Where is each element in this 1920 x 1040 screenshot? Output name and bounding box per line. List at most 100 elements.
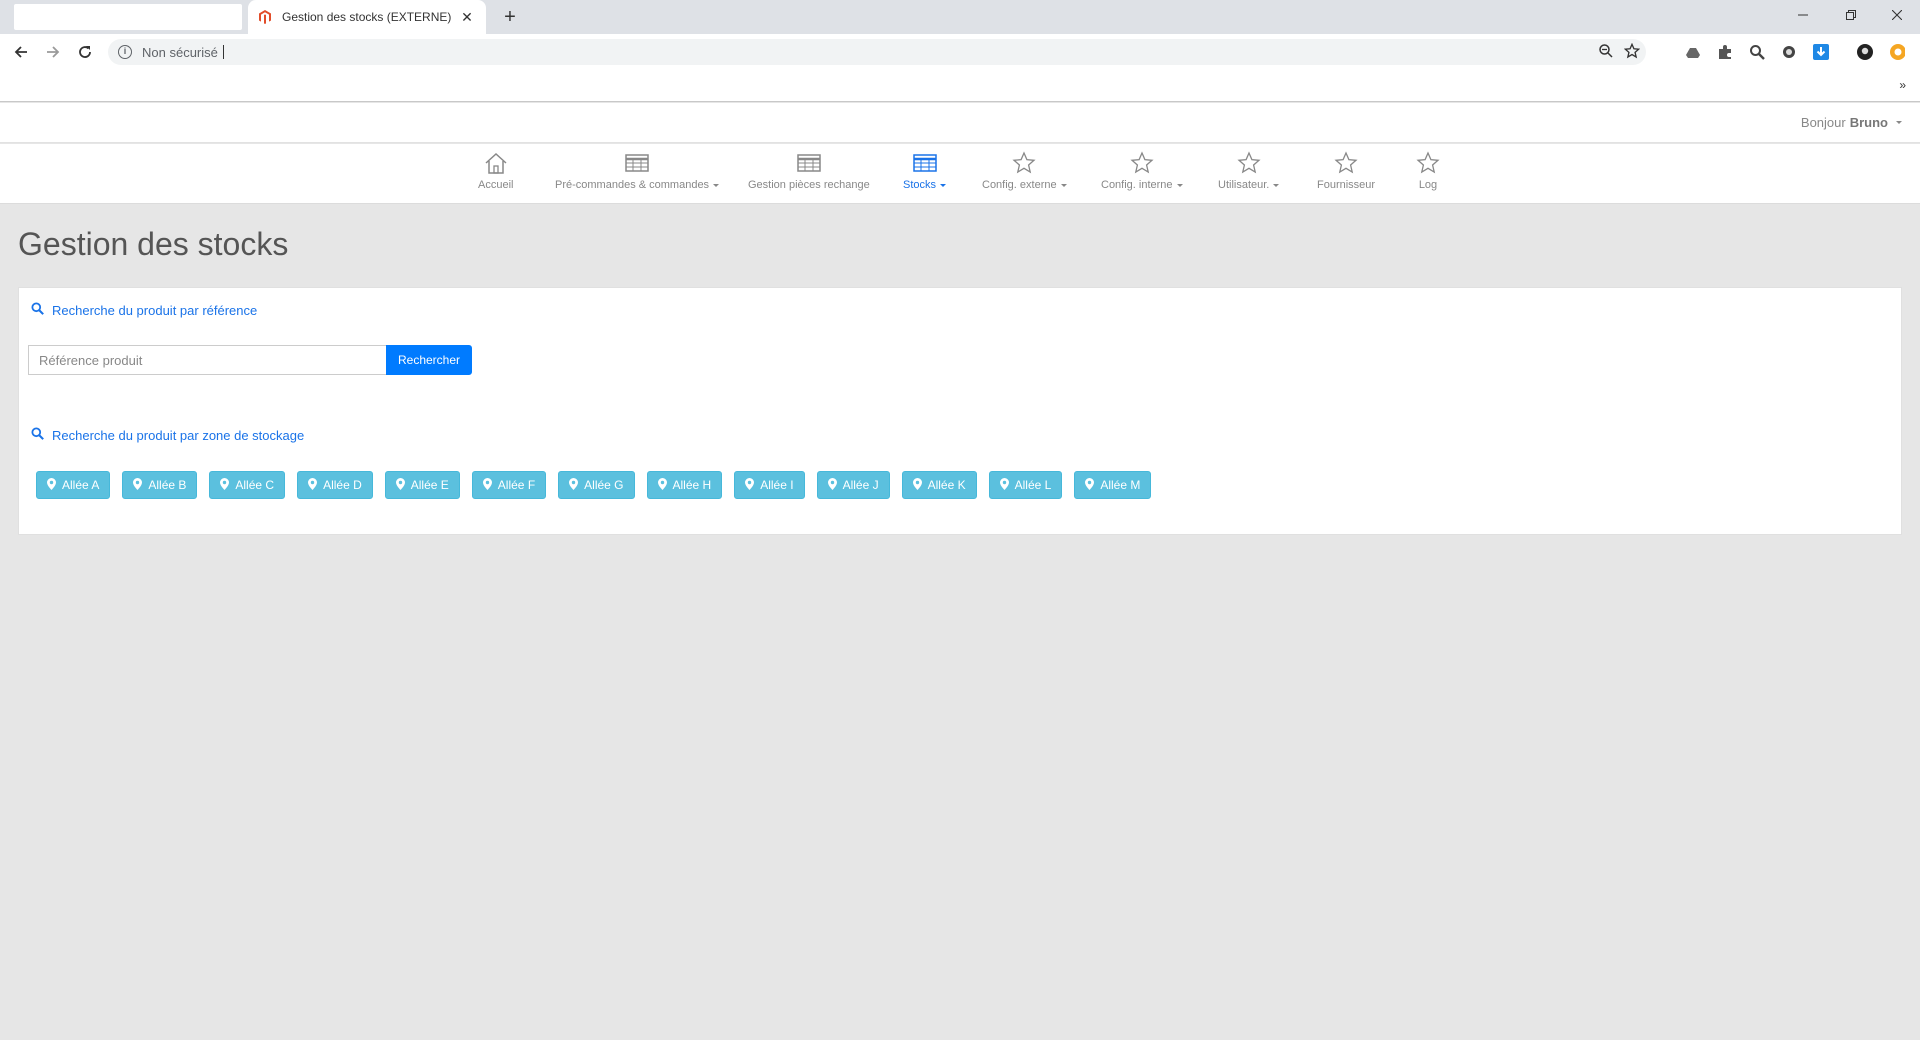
drive-extension-icon[interactable]: [1685, 44, 1701, 60]
zoom-icon[interactable]: [1598, 43, 1614, 64]
aisle-label: Allée D: [323, 478, 362, 492]
table-icon: [795, 150, 823, 176]
magento-icon: [258, 10, 272, 24]
aisle-button[interactable]: Allée I: [734, 471, 805, 499]
forward-arrow-icon[interactable]: [40, 39, 66, 65]
close-tab-icon[interactable]: ✕: [458, 9, 476, 26]
circle-extension-icon[interactable]: [1781, 44, 1797, 60]
bookmark-star-icon[interactable]: [1623, 42, 1641, 64]
aisle-label: Allée H: [672, 478, 712, 492]
reference-search-form: Rechercher: [28, 345, 472, 375]
info-icon[interactable]: i: [118, 45, 132, 59]
search-by-zone-heading: Recherche du produit par zone de stockag…: [31, 427, 304, 443]
bookmarks-more-button[interactable]: »: [1899, 78, 1906, 92]
map-marker-icon: [395, 477, 405, 493]
map-marker-icon: [912, 477, 922, 493]
aisle-button[interactable]: Allée M: [1074, 471, 1152, 499]
nav-label-gestion-pieces: Gestion pièces rechange: [748, 179, 870, 191]
star-icon: [1128, 150, 1156, 176]
nav-item-accueil[interactable]: Accueil: [478, 150, 513, 191]
tab-title: Gestion des stocks (EXTERNE): [282, 10, 452, 24]
caret-down-icon: [940, 183, 947, 187]
minimize-icon[interactable]: [1780, 0, 1826, 30]
nav-label-config-externe: Config. externe: [982, 179, 1057, 191]
nav-item-log[interactable]: Log: [1414, 150, 1442, 191]
aisle-label: Allée B: [148, 478, 187, 492]
table-icon: [911, 150, 939, 176]
map-marker-icon: [827, 477, 837, 493]
search-icon: [31, 427, 44, 443]
address-bar[interactable]: i Non sécurisé: [108, 39, 1646, 65]
nav-item-config-externe[interactable]: Config. externe: [982, 150, 1067, 191]
search-panel: Recherche du produit par référence Reche…: [18, 287, 1902, 535]
aisle-label: Allée L: [1014, 478, 1052, 492]
search-by-reference-label: Recherche du produit par référence: [52, 302, 258, 318]
aisle-button[interactable]: Allée L: [988, 471, 1063, 499]
caret-down-icon: [1896, 121, 1902, 124]
profile-extension-icon[interactable]: [1889, 44, 1905, 60]
puzzle-extension-icon[interactable]: [1717, 44, 1733, 60]
app-topbar: Bonjour Bruno: [0, 103, 1920, 143]
nav-item-utilisateur[interactable]: Utilisateur.: [1218, 150, 1280, 191]
search-button[interactable]: Rechercher: [386, 345, 472, 375]
aisle-button[interactable]: Allée G: [558, 471, 635, 499]
map-marker-icon: [308, 477, 318, 493]
map-marker-icon: [47, 477, 56, 493]
reference-input[interactable]: [28, 345, 386, 375]
nav-label-config-interne: Config. interne: [1101, 179, 1173, 191]
browser-tabstrip: Gestion des stocks (EXTERNE) ✕ +: [0, 0, 1920, 34]
star-icon: [1332, 150, 1360, 176]
download-extension-icon[interactable]: [1813, 44, 1829, 60]
nav-label-log: Log: [1418, 179, 1438, 191]
aisle-button[interactable]: Allée A: [36, 471, 111, 499]
nav-label-fournisseur: Fournisseur: [1317, 179, 1376, 191]
user-menu[interactable]: Bonjour Bruno: [1801, 115, 1902, 130]
main-nav: Accueil Pré-commandes & commandes Gestio…: [0, 144, 1920, 204]
avatar-extension-icon[interactable]: [1857, 44, 1873, 60]
aisle-label: Allée K: [927, 478, 966, 492]
nav-item-gestion-pieces[interactable]: Gestion pièces rechange: [748, 150, 870, 191]
back-arrow-icon[interactable]: [8, 39, 34, 65]
map-marker-icon: [133, 477, 143, 493]
map-marker-icon: [482, 477, 492, 493]
map-marker-icon: [745, 477, 755, 493]
aisle-button[interactable]: Allée B: [122, 471, 198, 499]
search-by-reference-heading: Recherche du produit par référence: [31, 302, 257, 318]
nav-label-pre-commandes: Pré-commandes & commandes: [555, 179, 710, 191]
aisle-button[interactable]: Allée C: [209, 471, 286, 499]
caret-down-icon: [1273, 183, 1280, 187]
nav-item-stocks[interactable]: Stocks: [903, 150, 947, 191]
star-icon: [1414, 150, 1442, 176]
search-extension-icon[interactable]: [1749, 44, 1765, 60]
aisle-label: Allée G: [584, 478, 624, 492]
search-by-zone-label: Recherche du produit par zone de stockag…: [52, 427, 305, 443]
aisle-label: Allée C: [235, 478, 275, 492]
map-marker-icon: [999, 477, 1009, 493]
aisle-button[interactable]: Allée H: [646, 471, 723, 499]
aisle-button[interactable]: Allée D: [297, 471, 373, 499]
aisle-button-group: Allée A Allée B Allée C Allée D Allée E …: [36, 471, 1163, 499]
aisle-button[interactable]: Allée F: [471, 471, 547, 499]
browser-tab-active[interactable]: Gestion des stocks (EXTERNE) ✕: [248, 0, 486, 34]
nav-item-pre-commandes[interactable]: Pré-commandes & commandes: [555, 150, 720, 191]
aisle-button[interactable]: Allée J: [816, 471, 890, 499]
map-marker-icon: [657, 477, 667, 493]
close-window-icon[interactable]: [1874, 0, 1920, 30]
caret-down-icon: [1176, 183, 1183, 187]
new-tab-button[interactable]: +: [498, 5, 522, 29]
browser-tab-blank[interactable]: [14, 4, 242, 30]
aisle-label: Allée A: [62, 478, 100, 492]
map-marker-icon: [220, 477, 230, 493]
nav-item-config-interne[interactable]: Config. interne: [1101, 150, 1183, 191]
aisle-button[interactable]: Allée E: [384, 471, 460, 499]
aisle-label: Allée F: [497, 478, 536, 492]
page-title: Gestion des stocks: [18, 226, 289, 262]
search-icon: [31, 302, 44, 318]
reload-icon[interactable]: [72, 39, 98, 65]
greeting-prefix: Bonjour: [1800, 115, 1846, 130]
nav-item-fournisseur[interactable]: Fournisseur: [1317, 150, 1375, 191]
map-marker-icon: [569, 477, 579, 493]
aisle-button[interactable]: Allée K: [901, 471, 977, 499]
restore-icon[interactable]: [1828, 0, 1874, 30]
text-caret: [222, 45, 224, 59]
